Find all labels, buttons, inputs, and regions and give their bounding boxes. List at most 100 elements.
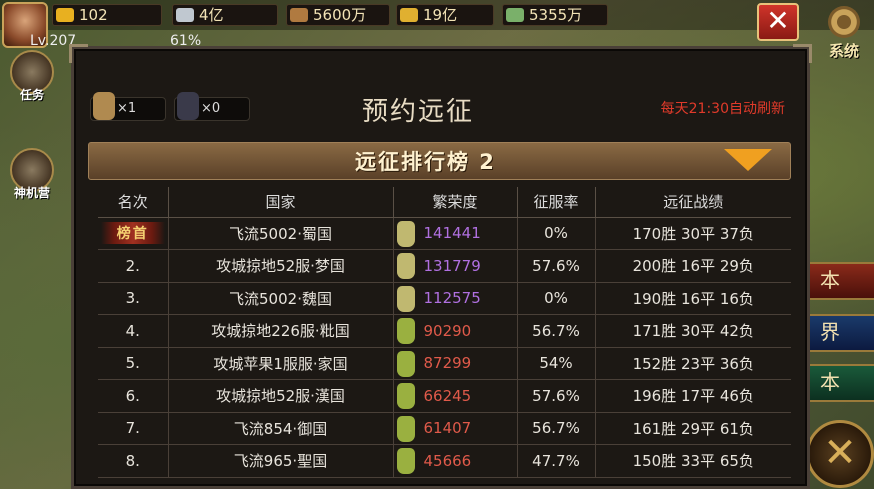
prosperity-cell: 66245 [393, 379, 518, 413]
prosperity-value: 112575 [423, 289, 481, 308]
col-prosperity: 繁荣度 [393, 187, 518, 218]
country-cell: 飞流854·御国 [168, 412, 394, 445]
table-row[interactable]: 4. 攻城掠地226服·粃国 90290 56.7% 171胜 30平 42负 [98, 314, 791, 348]
country-cell: 飞流5002·蜀国 [168, 217, 394, 250]
prosperity-cell: 45666 [393, 444, 518, 478]
prosperity-bag-icon [396, 350, 415, 377]
prosperity-value: 87299 [423, 354, 472, 373]
task-label: 任务 [19, 88, 44, 102]
prosperity-bag-icon [396, 253, 415, 279]
prosperity-cell: 90290 [393, 314, 518, 348]
rate-cell: 56.7% [517, 412, 596, 445]
country-cell: 飞流965·聖国 [168, 444, 394, 478]
task-button[interactable]: 任务 [2, 50, 62, 104]
table-row[interactable]: 榜首 飞流5002·蜀国 141441 0% 170胜 30平 37负 [98, 217, 791, 250]
rank-cell: 榜首 [98, 217, 169, 250]
rank-cell: 7. [98, 412, 169, 445]
prosperity-value: 61407 [423, 419, 472, 438]
crossed-swords-button[interactable]: ✕ [806, 420, 874, 488]
leaderboard-header[interactable]: 远征排行榜 2 [88, 142, 791, 180]
close-button[interactable]: ✕ [757, 3, 799, 41]
shenjiying-button[interactable]: 神机营 [2, 148, 62, 202]
record-cell: 171胜 30平 42负 [595, 314, 791, 348]
table-row[interactable]: 7. 飞流854·御国 61407 56.7% 161胜 29平 61负 [98, 412, 791, 445]
prosperity-bag-icon [396, 383, 415, 409]
wood-resource: 5600万 [286, 4, 390, 26]
country-cell: 攻城掠地226服·粃国 [168, 314, 394, 348]
system-button[interactable]: 系统 [818, 6, 870, 60]
col-country: 国家 [168, 187, 394, 218]
rank-cell: 6. [98, 379, 169, 413]
bomb-count: ×0 [201, 101, 221, 116]
silver-value: 4亿 [199, 6, 224, 24]
bomb-icon [177, 92, 199, 120]
record-cell: 152胜 23平 36负 [595, 347, 791, 380]
prosperity-value: 90290 [423, 321, 472, 340]
country-cell: 攻城掠地52服·梦国 [168, 249, 394, 283]
prosperity-value: 141441 [423, 224, 481, 243]
prosperity-value: 45666 [423, 451, 472, 470]
table-row[interactable]: 2. 攻城掠地52服·梦国 131779 57.6% 200胜 16平 29负 [98, 249, 791, 283]
bag-item[interactable]: ×1 [90, 92, 166, 121]
wood-icon [290, 8, 308, 22]
prosperity-cell: 131779 [393, 249, 518, 283]
leaderboard-table: 名次 国家 繁荣度 征服率 远征战绩 榜首 飞流5002·蜀国 141441 0% 17… [98, 187, 791, 478]
rank-cell: 3. [98, 282, 169, 315]
record-cell: 150胜 33平 65负 [595, 444, 791, 478]
shenjiying-label: 神机营 [13, 186, 50, 200]
table-row[interactable]: 8. 飞流965·聖国 45666 47.7% 150胜 33平 65负 [98, 444, 791, 478]
side-button-2[interactable]: 界 [808, 314, 874, 352]
refresh-note: 每天21:30自动刷新 [660, 101, 785, 117]
record-cell: 196胜 17平 46负 [595, 379, 791, 413]
prosperity-bag-icon [396, 318, 415, 344]
bomb-item[interactable]: ×0 [174, 92, 250, 121]
gear-icon [828, 6, 860, 38]
prosperity-bag-icon [396, 415, 415, 442]
table-row[interactable]: 5. 攻城苹果1服服·家国 87299 54% 152胜 23平 36负 [98, 347, 791, 380]
gold-bar-value: 19亿 [423, 6, 458, 24]
expedition-modal: ×1 ×0 预约远征 每天21:30自动刷新 远征排行榜 2 名次 国家 繁荣度… [69, 44, 812, 489]
table-row[interactable]: 6. 攻城掠地52服·漢国 66245 57.6% 196胜 17平 46负 [98, 379, 791, 413]
dropdown-arrow-icon[interactable] [724, 149, 772, 171]
record-cell: 190胜 16平 16负 [595, 282, 791, 315]
record-cell: 170胜 30平 37负 [595, 217, 791, 250]
system-label: 系统 [828, 42, 859, 60]
leaderboard-title: 远征排行榜 2 [355, 150, 496, 174]
grain-value: 5355万 [529, 6, 583, 24]
rate-cell: 54% [517, 347, 596, 380]
rank-cell: 5. [98, 347, 169, 380]
prosperity-value: 131779 [423, 256, 481, 275]
prosperity-cell: 141441 [393, 217, 518, 250]
col-record: 远征战绩 [595, 187, 791, 218]
gold-ingot-icon [56, 8, 74, 22]
rate-cell: 47.7% [517, 444, 596, 478]
gold-ingot-value: 102 [79, 6, 108, 24]
record-cell: 200胜 16平 29负 [595, 249, 791, 283]
rank-cell: 2. [98, 249, 169, 283]
bag-icon [93, 92, 115, 120]
rank-cell: 8. [98, 444, 169, 478]
prosperity-bag-icon [396, 220, 415, 247]
prosperity-bag-icon [396, 448, 415, 474]
prosperity-bag-icon [396, 285, 415, 312]
rate-cell: 0% [517, 282, 596, 315]
bag-count: ×1 [117, 101, 137, 116]
grain-icon [506, 8, 524, 22]
prosperity-value: 66245 [423, 386, 472, 405]
gold-bar-icon [400, 8, 418, 22]
gold-ingot-resource: 102 [52, 4, 162, 26]
modal-title: 预约远征 [362, 97, 475, 127]
silver-icon [176, 8, 194, 22]
rate-cell: 0% [517, 217, 596, 250]
side-button-3[interactable]: 本 [808, 364, 874, 402]
rank-cell: 4. [98, 314, 169, 348]
table-row[interactable]: 3. 飞流5002·魏国 112575 0% 190胜 16平 16负 [98, 282, 791, 315]
top-rank-badge: 榜首 [100, 222, 165, 245]
wood-value: 5600万 [313, 6, 367, 24]
col-rate: 征服率 [517, 187, 596, 218]
rate-cell: 57.6% [517, 379, 596, 413]
prosperity-cell: 112575 [393, 282, 518, 315]
prosperity-cell: 87299 [393, 347, 518, 380]
side-button-1[interactable]: 本 [808, 262, 874, 300]
grain-resource: 5355万 [502, 4, 608, 26]
